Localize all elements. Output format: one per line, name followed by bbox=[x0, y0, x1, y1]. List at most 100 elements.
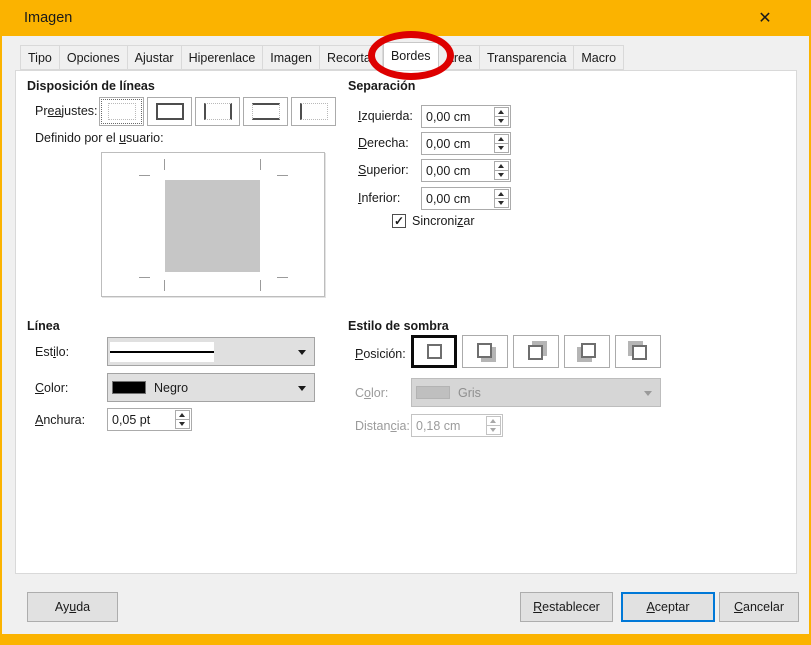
help-button-label: Ayuda bbox=[55, 600, 90, 614]
spin-up-icon bbox=[498, 137, 504, 141]
left-spacing-input[interactable] bbox=[422, 106, 493, 127]
line-color-value: Negro bbox=[154, 381, 188, 395]
left-spacing-label: Izquierda: bbox=[358, 109, 413, 123]
synchronize-row: ✓ Sincronizar bbox=[392, 214, 475, 228]
tab-tipo[interactable]: Tipo bbox=[20, 45, 60, 70]
tab-area[interactable]: Área bbox=[439, 45, 480, 70]
solid-line-sample bbox=[110, 351, 214, 353]
tick-mark bbox=[260, 280, 261, 291]
spin-up-icon bbox=[490, 419, 496, 423]
spacing-title: Separación bbox=[348, 79, 415, 93]
top-spacing-input[interactable] bbox=[422, 160, 493, 181]
tab-ajustar[interactable]: Ajustar bbox=[128, 45, 182, 70]
shadow-bottom-right-button[interactable] bbox=[462, 335, 508, 368]
bottom-spacing-spinner[interactable] bbox=[494, 189, 509, 208]
right-spacing-spinner[interactable] bbox=[494, 134, 509, 153]
top-spacing-spinner[interactable] bbox=[494, 161, 509, 180]
tick-mark bbox=[260, 159, 261, 170]
shadow-distance-label: Distancia: bbox=[355, 419, 410, 433]
shadow-top-right-button[interactable] bbox=[513, 335, 559, 368]
spin-down-icon bbox=[498, 119, 504, 123]
chevron-down-icon bbox=[298, 350, 306, 355]
spin-down-icon bbox=[490, 428, 496, 432]
shadow-bottom-right-icon bbox=[475, 341, 496, 362]
close-button[interactable]: ✕ bbox=[745, 0, 785, 36]
spin-down-icon bbox=[179, 422, 185, 426]
preset-box-button[interactable] bbox=[147, 97, 192, 126]
spin-up-icon bbox=[498, 164, 504, 168]
borders-tab-page: Disposición de líneas Preajustes: Defini… bbox=[15, 70, 797, 574]
preset-top-bottom-button[interactable] bbox=[243, 97, 288, 126]
left-border-icon bbox=[300, 103, 328, 120]
presets-row bbox=[99, 97, 336, 126]
titlebar: Imagen ✕ bbox=[2, 0, 809, 36]
left-spacing-field bbox=[421, 105, 511, 128]
right-spacing-input[interactable] bbox=[422, 133, 493, 154]
spin-down-icon bbox=[498, 173, 504, 177]
tab-strip: Tipo Opciones Ajustar Hiperenlace Imagen… bbox=[20, 45, 624, 70]
shadow-bottom-left-icon bbox=[577, 341, 598, 362]
tab-bordes-label: Bordes bbox=[391, 49, 431, 63]
line-width-spinner[interactable] bbox=[175, 410, 190, 429]
spin-up-icon bbox=[498, 110, 504, 114]
cancel-button-label: Cancelar bbox=[734, 600, 784, 614]
shadow-distance-spinner bbox=[486, 416, 501, 435]
tab-macro[interactable]: Macro bbox=[574, 45, 624, 70]
shadow-color-select: Gris bbox=[411, 378, 661, 407]
ok-button[interactable]: Aceptar bbox=[621, 592, 715, 622]
close-icon: ✕ bbox=[758, 8, 771, 28]
line-style-select[interactable] bbox=[107, 337, 315, 366]
no-border-icon bbox=[108, 103, 136, 120]
shadow-top-left-icon bbox=[628, 341, 649, 362]
shadow-title: Estilo de sombra bbox=[348, 319, 449, 333]
line-width-input[interactable] bbox=[108, 409, 174, 430]
cancel-button[interactable]: Cancelar bbox=[719, 592, 799, 622]
line-style-preview bbox=[110, 342, 214, 362]
top-bottom-border-icon bbox=[252, 103, 280, 120]
preset-no-border-button[interactable] bbox=[99, 97, 144, 126]
tick-mark bbox=[139, 277, 150, 278]
left-spacing-spinner[interactable] bbox=[494, 107, 509, 126]
preview-content-square bbox=[165, 180, 260, 272]
synchronize-label: Sincronizar bbox=[412, 214, 475, 228]
bottom-spacing-input[interactable] bbox=[422, 188, 493, 209]
right-spacing-field bbox=[421, 132, 511, 155]
top-spacing-field bbox=[421, 159, 511, 182]
shadow-color-label: Color: bbox=[355, 386, 388, 400]
user-defined-label: Definido por el usuario: bbox=[35, 131, 164, 145]
tick-mark bbox=[139, 175, 150, 176]
reset-button[interactable]: Restablecer bbox=[520, 592, 613, 622]
line-color-select[interactable]: Negro bbox=[107, 373, 315, 402]
tab-bordes[interactable]: Bordes bbox=[383, 42, 439, 70]
line-arrangement-title: Disposición de líneas bbox=[27, 79, 155, 93]
help-button[interactable]: Ayuda bbox=[27, 592, 118, 622]
preset-left-only-button[interactable] bbox=[291, 97, 336, 126]
window-title: Imagen bbox=[24, 10, 72, 26]
shadow-bottom-left-button[interactable] bbox=[564, 335, 610, 368]
shadow-color-value: Gris bbox=[458, 386, 481, 400]
tab-hiperenlace[interactable]: Hiperenlace bbox=[182, 45, 264, 70]
tab-opciones[interactable]: Opciones bbox=[60, 45, 128, 70]
tab-transparencia[interactable]: Transparencia bbox=[480, 45, 574, 70]
chevron-down-icon bbox=[644, 391, 652, 396]
ok-button-label: Aceptar bbox=[646, 600, 689, 614]
tab-imagen[interactable]: Imagen bbox=[263, 45, 320, 70]
tick-mark bbox=[164, 280, 165, 291]
spin-up-icon bbox=[179, 413, 185, 417]
tab-recortar[interactable]: Recortar bbox=[320, 45, 383, 70]
shadow-top-left-button[interactable] bbox=[615, 335, 661, 368]
line-width-label: Anchura: bbox=[35, 413, 85, 427]
shadow-none-button[interactable] bbox=[411, 335, 457, 368]
left-right-border-icon bbox=[204, 103, 232, 120]
black-color-swatch bbox=[112, 381, 146, 394]
synchronize-checkbox[interactable]: ✓ bbox=[392, 214, 406, 228]
shadow-none-icon bbox=[424, 341, 445, 362]
reset-button-label: Restablecer bbox=[533, 600, 600, 614]
shadow-position-label: Posición: bbox=[355, 347, 406, 361]
line-title: Línea bbox=[27, 319, 60, 333]
border-edit-preview[interactable] bbox=[101, 152, 325, 297]
bottom-spacing-field bbox=[421, 187, 511, 210]
shadow-distance-field bbox=[411, 414, 503, 437]
preset-left-right-button[interactable] bbox=[195, 97, 240, 126]
presets-label: Preajustes: bbox=[35, 104, 98, 118]
